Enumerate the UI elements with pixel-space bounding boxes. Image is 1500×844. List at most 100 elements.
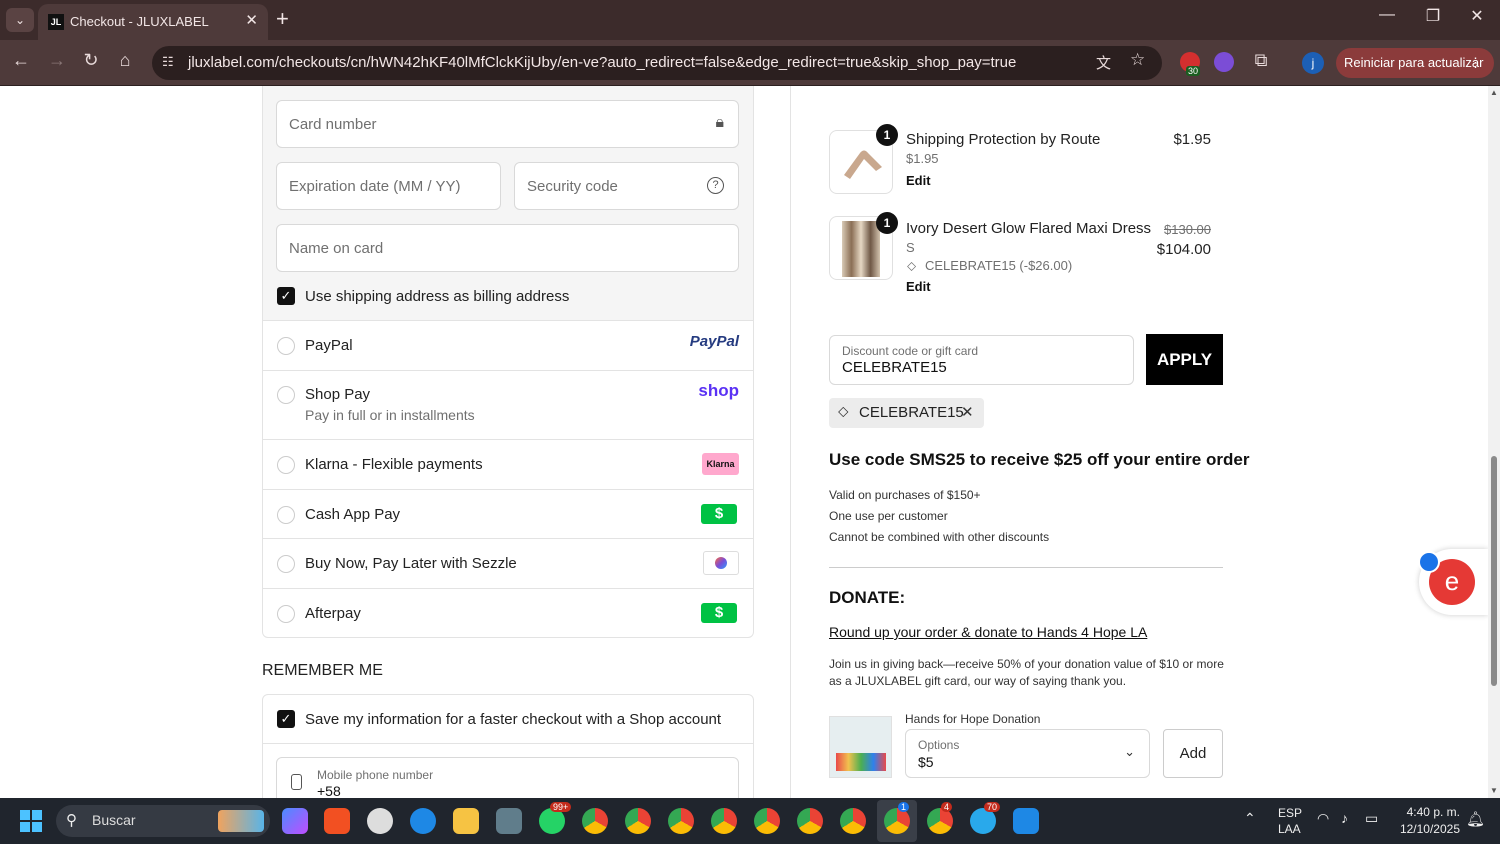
save-info-checkbox[interactable]: ✓	[277, 710, 295, 728]
site-info-icon[interactable]: ☷	[162, 54, 174, 70]
sezzle-icon	[703, 551, 739, 575]
volume-icon[interactable]: ♪	[1341, 810, 1348, 826]
help-icon[interactable]: ?	[707, 177, 724, 194]
promo-line: Valid on purchases of $150+	[829, 488, 981, 502]
taskbar-search[interactable]: ⚲ Buscar	[56, 805, 270, 837]
copilot-icon[interactable]	[282, 808, 308, 834]
tab-title: Checkout - JLUXLABEL	[70, 14, 209, 29]
clock-icon[interactable]	[367, 808, 393, 834]
chrome-icon[interactable]	[754, 808, 780, 834]
chrome-icon[interactable]	[582, 808, 608, 834]
dress-image	[842, 221, 880, 277]
shop-pay-radio[interactable]	[277, 386, 295, 404]
payment-method-afterpay[interactable]: Afterpay $	[262, 588, 754, 638]
tab-search-icon[interactable]: ⌄	[6, 8, 34, 32]
wifi-icon[interactable]: ◠	[1317, 810, 1329, 827]
payment-method-label: Shop Pay	[305, 386, 371, 403]
phone-value: +58	[317, 783, 341, 798]
plus-icon[interactable]: +	[276, 6, 289, 32]
whatsapp-badge: 99+	[550, 802, 572, 812]
payment-method-cash-app[interactable]: Cash App Pay $	[262, 489, 754, 539]
forward-icon[interactable]: →	[44, 50, 70, 71]
window-close-icon[interactable]: ✕	[1462, 6, 1492, 26]
paypal-radio[interactable]	[277, 337, 295, 355]
edit-link[interactable]: Edit	[906, 173, 931, 188]
scroll-down-icon[interactable]: ▼	[1490, 786, 1498, 795]
home-icon[interactable]: ⌂	[112, 50, 138, 71]
expiration-field[interactable]: Expiration date (MM / YY)	[276, 162, 501, 210]
reload-icon[interactable]: ↻	[78, 50, 104, 71]
avatar[interactable]: j	[1302, 52, 1324, 74]
phone-field[interactable]: Mobile phone number +58	[276, 757, 739, 798]
clock-date[interactable]: 12/10/2025	[1398, 822, 1460, 836]
scrollbar[interactable]: ▲ ▼	[1488, 86, 1500, 798]
cash-app-logo: $	[701, 504, 737, 524]
klarna-radio[interactable]	[277, 456, 295, 474]
chrome-icon[interactable]	[927, 808, 953, 834]
edit-link[interactable]: Edit	[906, 279, 931, 294]
billing-checkbox[interactable]: ✓	[277, 287, 295, 305]
afterpay-radio[interactable]	[277, 605, 295, 623]
discount-code-input[interactable]: Discount code or gift card CELEBRATE15	[829, 335, 1134, 385]
donation-options-select[interactable]: Options $5 ⌄	[905, 729, 1150, 778]
donation-thumbnail	[829, 716, 892, 778]
applied-code: CELEBRATE15	[859, 404, 964, 421]
card-number-field[interactable]: Card number 🔒︎	[276, 100, 739, 148]
payment-method-sezzle[interactable]: Buy Now, Pay Later with Sezzle	[262, 538, 754, 588]
afterpay-logo: $	[701, 603, 737, 623]
address-bar[interactable]: ☷ jluxlabel.com/checkouts/cn/hWN42hKF40l…	[152, 46, 1162, 80]
language-bottom[interactable]: LAA	[1278, 822, 1301, 836]
file-explorer-icon[interactable]	[453, 808, 479, 834]
search-icon: ⚲	[66, 812, 77, 829]
back-icon[interactable]: ←	[8, 50, 34, 71]
chrome-icon[interactable]	[840, 808, 866, 834]
more-icon[interactable]: ⋮	[1469, 48, 1482, 78]
chevron-down-icon: ⌄	[1124, 744, 1135, 759]
calculator-icon[interactable]	[496, 808, 522, 834]
payment-method-paypal[interactable]: PayPal PayPal	[262, 320, 754, 370]
minimize-icon[interactable]: —	[1372, 6, 1402, 24]
donate-link[interactable]: Round up your order & donate to Hands 4 …	[829, 624, 1147, 640]
notifications-icon[interactable]: 🔔︎	[1466, 810, 1485, 828]
scroll-up-icon[interactable]: ▲	[1490, 88, 1498, 97]
chevron-up-icon[interactable]: ⌃	[1244, 810, 1256, 827]
checkout-page: Card number 🔒︎ Expiration date (MM / YY)…	[0, 86, 1488, 798]
options-value: $5	[918, 754, 934, 770]
star-icon[interactable]: ☆	[1130, 50, 1145, 70]
extension-icon[interactable]	[1214, 52, 1234, 72]
security-code-field[interactable]: Security code ?	[514, 162, 739, 210]
name-on-card-field[interactable]: Name on card	[276, 224, 739, 272]
chrome-icon[interactable]	[797, 808, 823, 834]
close-icon[interactable]: ✕	[245, 11, 258, 29]
windows-start-icon[interactable]	[20, 810, 42, 832]
chrome-icon[interactable]	[668, 808, 694, 834]
payment-method-klarna[interactable]: Klarna - Flexible payments Klarna	[262, 439, 754, 489]
card-number-placeholder: Card number	[289, 116, 377, 133]
update-button[interactable]: Reiniciar para actualizar ⋮	[1336, 48, 1494, 78]
chrome-icon[interactable]	[884, 808, 910, 834]
sezzle-radio[interactable]	[277, 555, 295, 573]
extensions-icon[interactable]: ⧉	[1248, 50, 1274, 71]
shop-logo: shop	[698, 381, 739, 400]
restore-icon[interactable]: ❐	[1418, 6, 1448, 26]
language-top[interactable]: ESP	[1278, 806, 1302, 820]
edge-icon[interactable]	[410, 808, 436, 834]
translate-icon[interactable]: 文	[1096, 52, 1111, 73]
chrome-icon[interactable]	[625, 808, 651, 834]
remember-me-heading: REMEMBER ME	[262, 662, 383, 679]
payment-method-label: Klarna - Flexible payments	[305, 456, 483, 473]
apply-button[interactable]: APPLY	[1146, 334, 1223, 385]
cash-app-radio[interactable]	[277, 506, 295, 524]
battery-icon[interactable]: ▭	[1365, 810, 1378, 827]
store-icon[interactable]	[324, 808, 350, 834]
add-donation-button[interactable]: Add	[1163, 729, 1223, 778]
scrollbar-thumb[interactable]	[1491, 456, 1497, 686]
applied-discount-tag: ⬦ CELEBRATE15 ✕	[829, 398, 984, 428]
remote-desktop-icon[interactable]	[1013, 808, 1039, 834]
tab-strip: ⌄ JL Checkout - JLUXLABEL ✕ + — ❐ ✕	[0, 0, 1500, 40]
clock-time[interactable]: 4:40 p. m.	[1398, 805, 1460, 819]
remove-discount-icon[interactable]: ✕	[961, 403, 974, 421]
chrome-icon[interactable]	[711, 808, 737, 834]
payment-method-shop-pay[interactable]: Shop Pay Pay in full or in installments …	[262, 370, 754, 439]
active-tab[interactable]: JL Checkout - JLUXLABEL ✕	[38, 4, 268, 40]
